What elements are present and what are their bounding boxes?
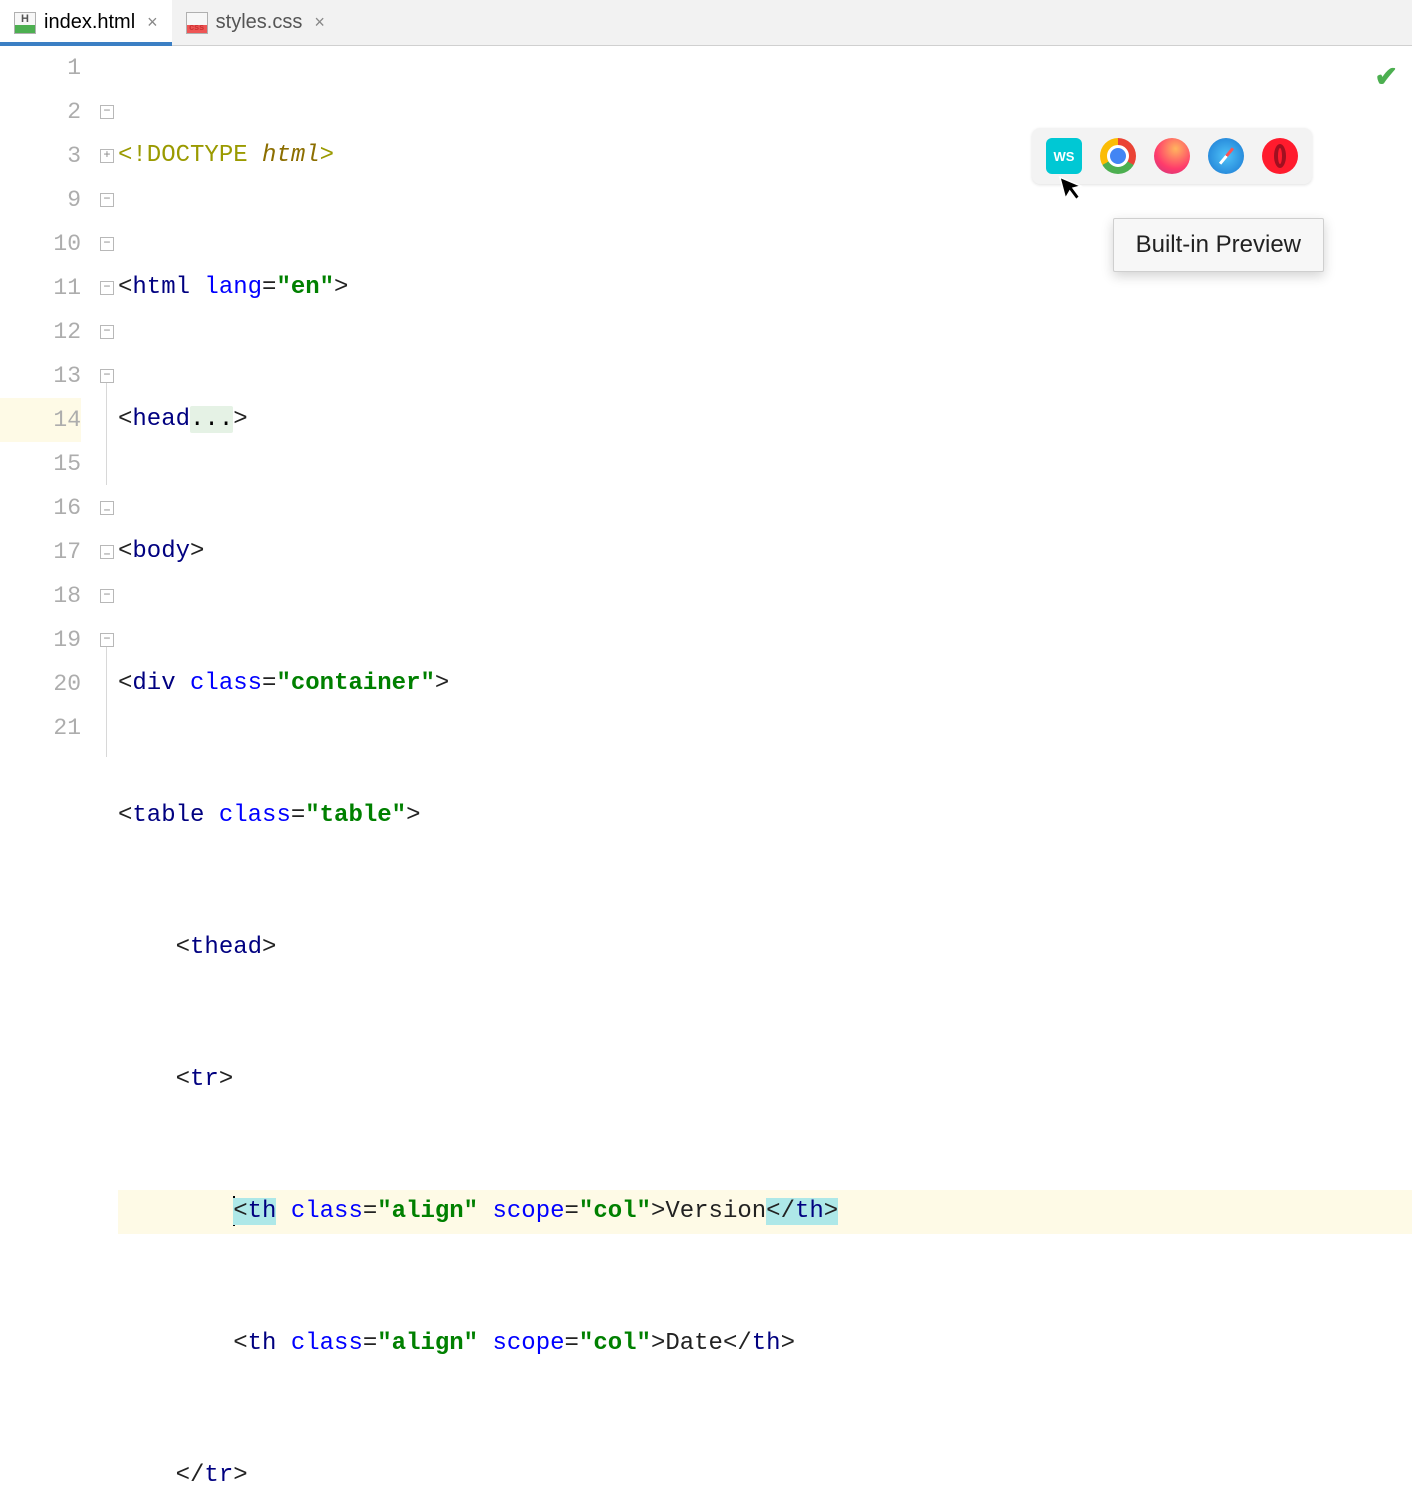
- code-line: <thead>: [118, 926, 1412, 970]
- code-editor[interactable]: 1 2 3 9 10 11 12 13 14 15 16 17 18 19 20…: [0, 46, 1412, 750]
- code-line: <table class="table">: [118, 794, 1412, 838]
- webstorm-preview-icon[interactable]: [1046, 138, 1082, 174]
- line-number: 16: [0, 486, 81, 530]
- code-line: <tr>: [118, 1058, 1412, 1102]
- inspection-ok-icon[interactable]: ✔: [1375, 60, 1398, 95]
- code-line: <th class="align" scope="col">Date</th>: [118, 1322, 1412, 1366]
- chrome-icon[interactable]: [1100, 138, 1136, 174]
- code-line: <th class="align" scope="col">Version</t…: [118, 1190, 1412, 1234]
- code-line: <html lang="en">: [118, 266, 1412, 310]
- line-number: 15: [0, 442, 81, 486]
- line-number: 1: [0, 46, 81, 90]
- line-number: 14: [0, 398, 81, 442]
- close-icon[interactable]: ×: [147, 12, 158, 33]
- line-number: 17: [0, 530, 81, 574]
- tab-label: index.html: [44, 11, 135, 34]
- browser-preview-bar: [1032, 128, 1312, 184]
- firefox-icon[interactable]: [1154, 138, 1190, 174]
- opera-icon[interactable]: [1262, 138, 1298, 174]
- code-line: <body>: [118, 530, 1412, 574]
- tooltip-text: Built-in Preview: [1136, 231, 1301, 258]
- line-number: 19: [0, 618, 81, 662]
- tab-bar: index.html × styles.css ×: [0, 0, 1412, 46]
- line-number: 18: [0, 574, 81, 618]
- code-line: <div class="container">: [118, 662, 1412, 706]
- css-file-icon: [186, 12, 208, 34]
- code-line: </tr>: [118, 1454, 1412, 1498]
- tab-label: styles.css: [216, 11, 303, 34]
- line-number: 21: [0, 706, 81, 750]
- line-number: 11: [0, 266, 81, 310]
- line-number: 20: [0, 662, 81, 706]
- tooltip-built-in-preview: Built-in Preview: [1113, 218, 1324, 272]
- fold-guide: [106, 383, 107, 485]
- line-number-gutter: 1 2 3 9 10 11 12 13 14 15 16 17 18 19 20…: [0, 46, 108, 750]
- line-number: 3: [0, 134, 81, 178]
- fold-guide: [106, 647, 107, 757]
- line-number: 12: [0, 310, 81, 354]
- line-number: 13: [0, 354, 81, 398]
- line-number: 2: [0, 90, 81, 134]
- html-file-icon: [14, 12, 36, 34]
- line-number: 10: [0, 222, 81, 266]
- tab-index-html[interactable]: index.html ×: [0, 0, 172, 45]
- code-line: <head...>: [118, 398, 1412, 442]
- line-number: 9: [0, 178, 81, 222]
- close-icon[interactable]: ×: [314, 12, 325, 33]
- safari-icon[interactable]: [1208, 138, 1244, 174]
- tab-styles-css[interactable]: styles.css ×: [172, 0, 339, 45]
